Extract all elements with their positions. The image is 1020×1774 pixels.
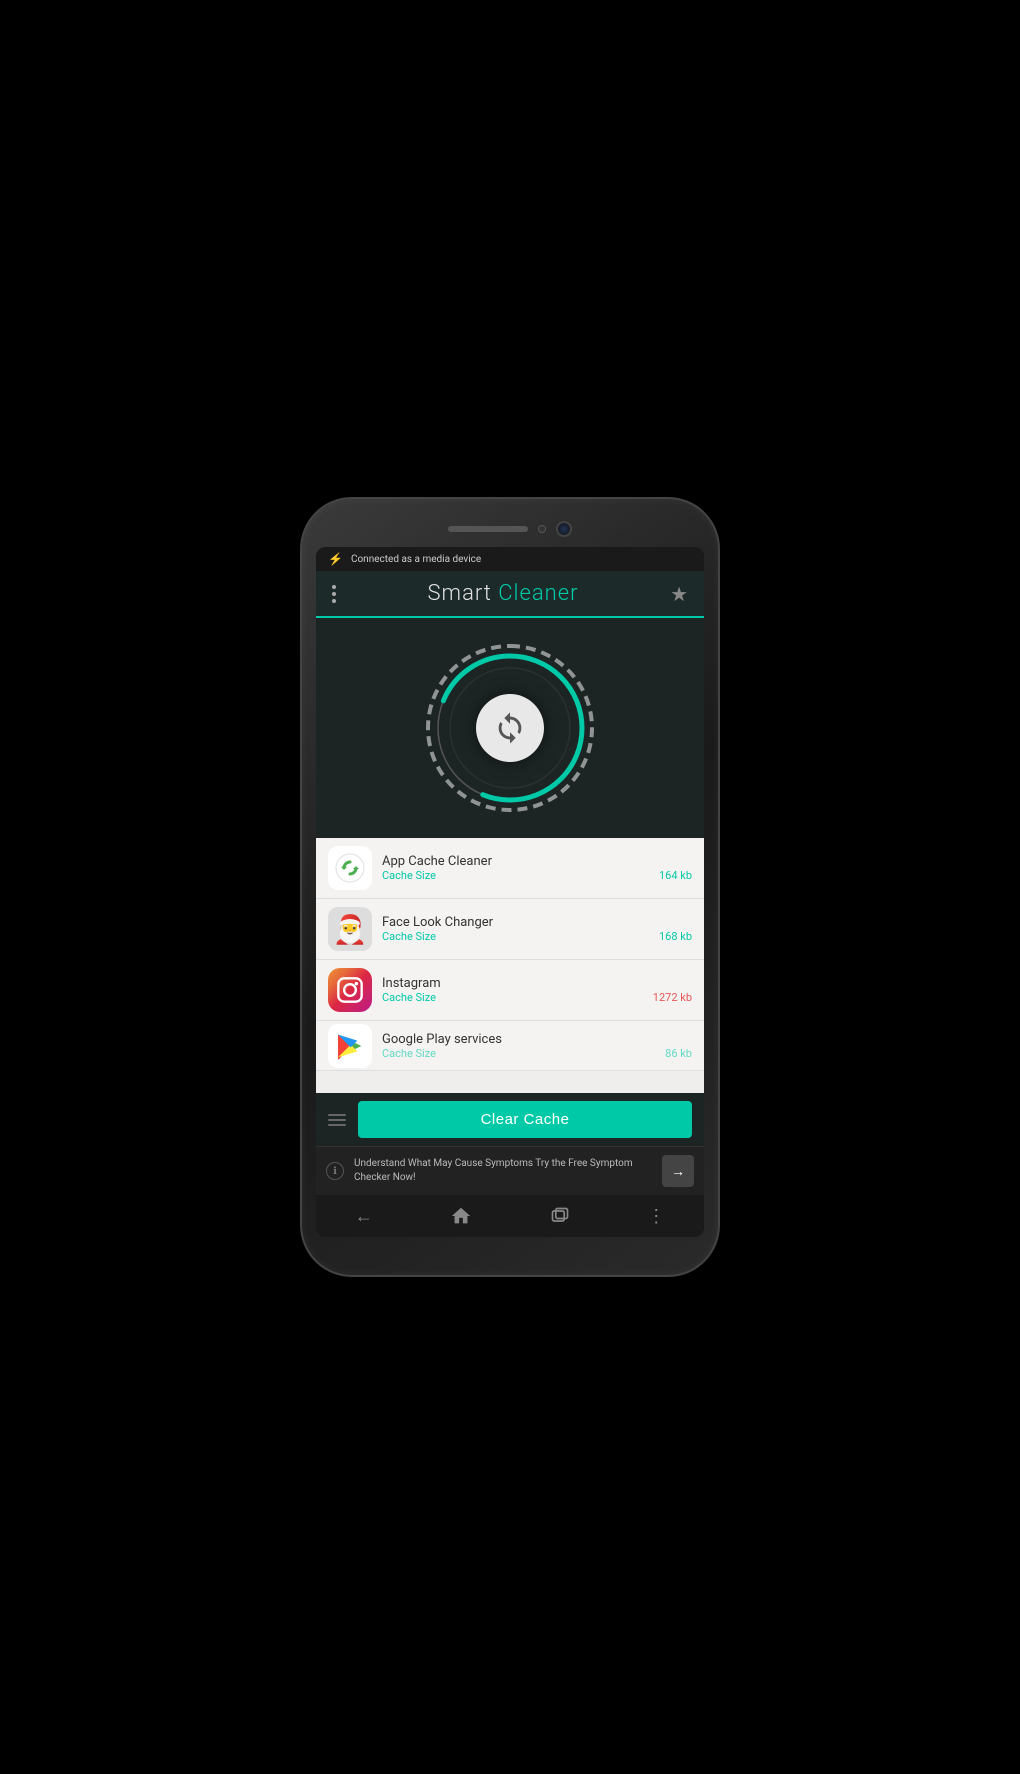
cache-size: 164 kb xyxy=(659,869,692,882)
app-name: Instagram xyxy=(382,976,692,991)
screen: ⚡ Connected as a media device Smart Clea… xyxy=(316,547,704,1237)
cache-label: Cache Size xyxy=(382,930,436,943)
list-item[interactable]: App Cache Cleaner Cache Size 164 kb xyxy=(316,838,704,899)
recents-icon[interactable] xyxy=(550,1206,570,1226)
app-icon-cleaner xyxy=(328,846,372,890)
scan-area xyxy=(316,618,704,838)
action-bar: Clear Cache xyxy=(316,1093,704,1146)
options-icon[interactable]: ⋮ xyxy=(647,1206,665,1227)
phone-top-bar xyxy=(316,517,704,547)
status-text: Connected as a media device xyxy=(351,554,481,565)
app-info: Instagram Cache Size 1272 kb xyxy=(382,976,692,1004)
app-icon-google-play xyxy=(328,1024,372,1068)
app-list: App Cache Cleaner Cache Size 164 kb 🎅 Fa… xyxy=(316,838,704,1093)
instagram-icon xyxy=(336,976,364,1004)
cache-size: 1272 kb xyxy=(653,991,692,1004)
app-info: App Cache Cleaner Cache Size 164 kb xyxy=(382,854,692,882)
cache-label: Cache Size xyxy=(382,869,436,882)
app-icon-instagram xyxy=(328,968,372,1012)
list-item[interactable]: Google Play services Cache Size 86 kb xyxy=(316,1021,704,1071)
list-item[interactable]: Instagram Cache Size 1272 kb xyxy=(316,960,704,1021)
scan-circle[interactable] xyxy=(420,638,600,818)
app-info: Google Play services Cache Size 86 kb xyxy=(382,1032,692,1060)
menu-icon[interactable] xyxy=(332,585,336,603)
front-camera-lens xyxy=(556,521,572,537)
app-name: Face Look Changer xyxy=(382,915,692,930)
phone-frame: ⚡ Connected as a media device Smart Clea… xyxy=(300,497,720,1277)
status-bar: ⚡ Connected as a media device xyxy=(316,547,704,571)
title-smart: Smart xyxy=(428,581,499,606)
front-camera-dot xyxy=(538,525,546,533)
usb-icon: ⚡ xyxy=(328,552,343,566)
app-name: Google Play services xyxy=(382,1032,692,1047)
cache-label: Cache Size xyxy=(382,1047,436,1060)
home-icon[interactable] xyxy=(450,1205,472,1227)
cache-size: 86 kb xyxy=(665,1047,692,1060)
cache-label: Cache Size xyxy=(382,991,436,1004)
back-icon[interactable]: ← xyxy=(355,1206,373,1227)
clear-cache-button[interactable]: Clear Cache xyxy=(358,1101,692,1138)
sync-button[interactable] xyxy=(476,694,544,762)
speaker-grill xyxy=(448,526,528,532)
nav-bar: ← ⋮ xyxy=(316,1195,704,1237)
app-header: Smart Cleaner ★ xyxy=(316,571,704,618)
app-icon-face: 🎅 xyxy=(328,907,372,951)
ad-info-icon: ℹ xyxy=(326,1162,344,1180)
favorite-star-icon[interactable]: ★ xyxy=(670,582,688,606)
ad-banner: ℹ Understand What May Cause Symptoms Try… xyxy=(316,1146,704,1195)
cleaner-icon xyxy=(334,852,366,884)
ad-text: Understand What May Cause Symptoms Try t… xyxy=(354,1157,652,1185)
app-name: App Cache Cleaner xyxy=(382,854,692,869)
cache-size: 168 kb xyxy=(659,930,692,943)
app-info: Face Look Changer Cache Size 168 kb xyxy=(382,915,692,943)
sync-icon xyxy=(493,711,527,745)
list-view-icon[interactable] xyxy=(328,1114,346,1126)
google-play-icon xyxy=(334,1030,366,1062)
app-title: Smart Cleaner xyxy=(428,581,579,606)
list-item[interactable]: 🎅 Face Look Changer Cache Size 168 kb xyxy=(316,899,704,960)
title-cleaner: Cleaner xyxy=(498,581,578,606)
ad-arrow-button[interactable]: → xyxy=(662,1155,694,1187)
